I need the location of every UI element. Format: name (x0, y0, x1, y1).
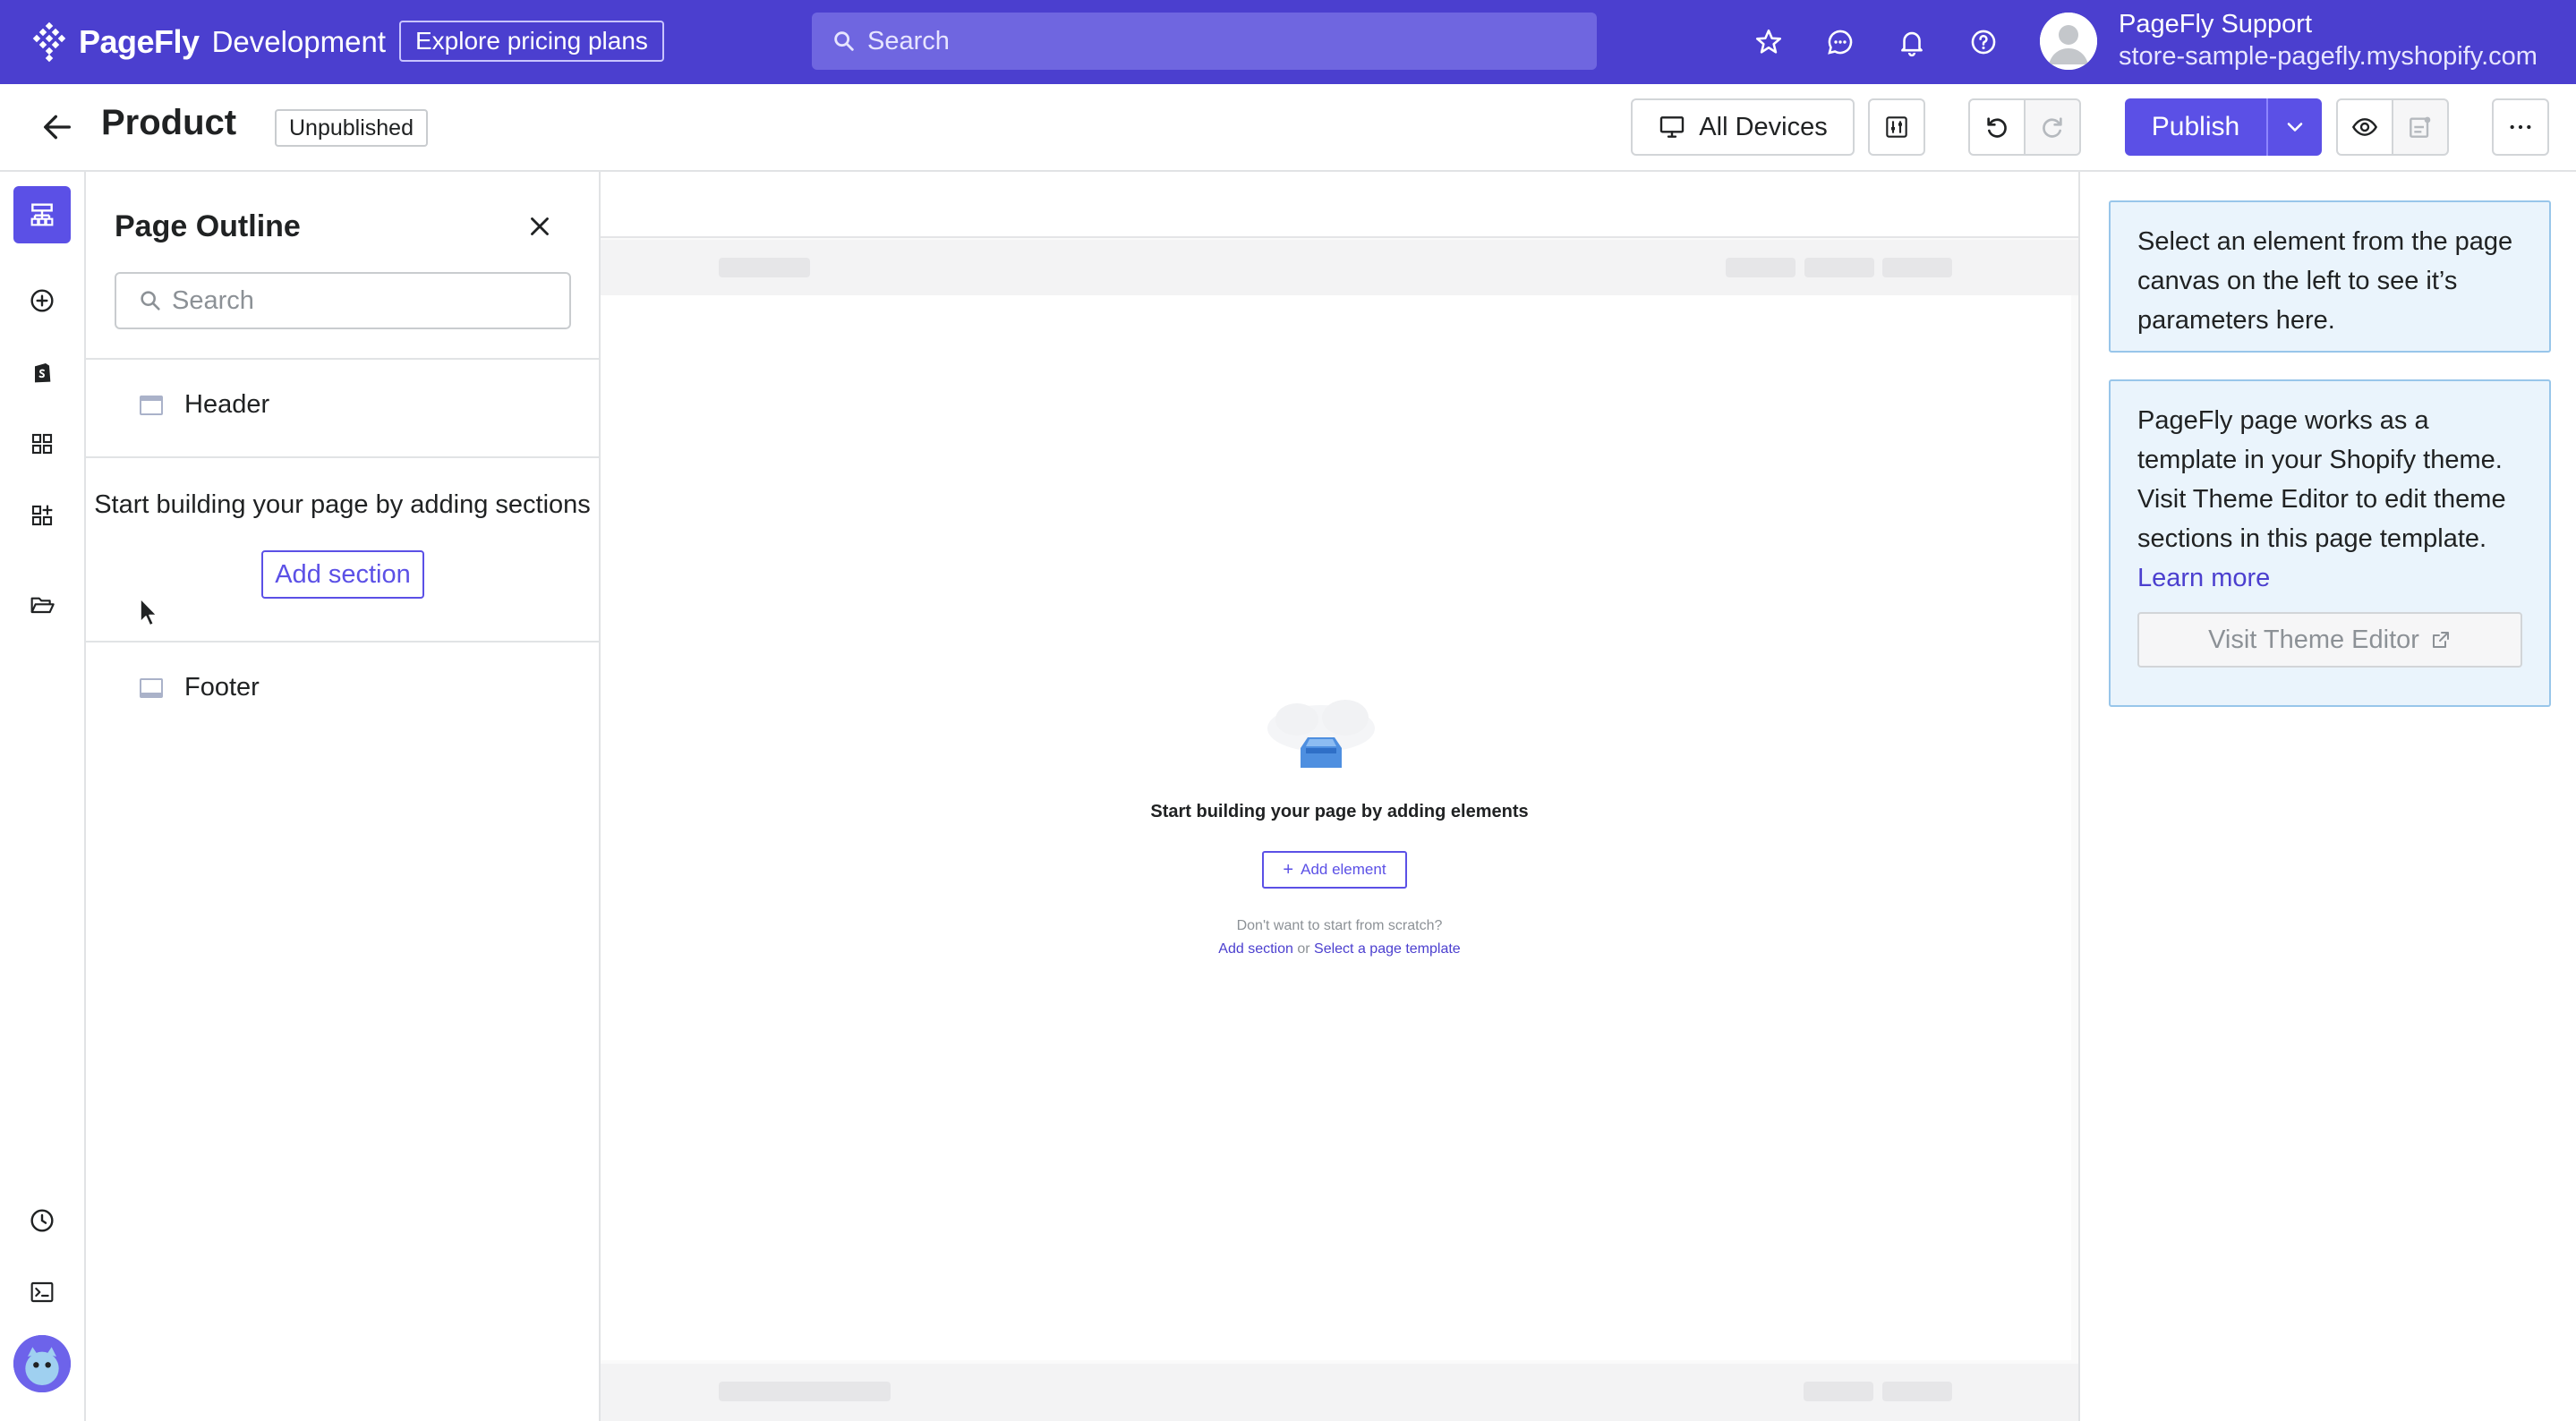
external-link-icon (2432, 632, 2449, 648)
preview-button[interactable] (2336, 98, 2393, 156)
global-search-input[interactable]: Search (812, 13, 1597, 70)
header-placeholder (601, 240, 2078, 295)
pagefly-logo-icon (32, 21, 66, 63)
page-outline-icon[interactable] (13, 186, 71, 243)
divider (86, 358, 599, 360)
skeleton-bar (1882, 1382, 1952, 1401)
undo-icon (1987, 117, 2007, 138)
outline-item-label: Footer (184, 673, 260, 702)
learn-more-link[interactable]: Learn more (2137, 564, 2270, 592)
select-element-hint-text: Select an element from the page canvas o… (2137, 227, 2513, 335)
outline-title: Page Outline (115, 209, 301, 243)
left-tool-rail (0, 172, 86, 1421)
grid-icon[interactable] (13, 415, 71, 472)
footer-section-icon (140, 677, 163, 698)
desktop-icon (1660, 116, 1685, 138)
canvas-scratch-text: Don't want to start from scratch? (1236, 918, 1443, 933)
top-bar: PageFly Development Explore pricing plan… (0, 0, 2576, 84)
theme-info-text: PageFly page works as a template in your… (2137, 406, 2506, 553)
shopify-icon[interactable] (13, 344, 71, 401)
page-settings-icon (2410, 116, 2431, 138)
mouse-cursor-icon (140, 598, 158, 626)
outline-empty-text: Start building your page by adding secti… (94, 490, 591, 519)
redo-button[interactable] (2024, 98, 2081, 156)
search-icon (141, 291, 160, 311)
visit-theme-editor-button[interactable]: Visit Theme Editor (2137, 612, 2522, 668)
outline-search-placeholder: Search (172, 285, 254, 315)
close-icon[interactable] (525, 211, 555, 242)
bell-icon[interactable] (1893, 23, 1931, 61)
publish-group: Publish (2125, 98, 2322, 156)
publish-options-button[interactable] (2266, 98, 2322, 156)
visit-theme-editor-label: Visit Theme Editor (2208, 625, 2419, 654)
undo-button[interactable] (1968, 98, 2026, 156)
search-icon (834, 31, 854, 51)
outline-search-input[interactable]: Search (115, 272, 571, 329)
mascot-avatar-icon[interactable] (13, 1335, 71, 1392)
page-canvas[interactable]: Start building your page by adding eleme… (601, 172, 2078, 1421)
page-header: Product Unpublished All Devices Publish (0, 84, 2576, 172)
device-selector-label: All Devices (1699, 112, 1828, 141)
skeleton-bar (1726, 258, 1796, 277)
skeleton-bar (1882, 258, 1952, 277)
chevron-down-icon (2287, 123, 2303, 132)
canvas-top-bar (601, 172, 2078, 238)
add-icon[interactable] (13, 272, 71, 329)
redo-icon (2043, 117, 2062, 138)
global-search-placeholder: Search (867, 26, 950, 55)
star-icon[interactable] (1750, 23, 1787, 61)
canvas-add-section-link[interactable]: Add section (1218, 941, 1293, 957)
help-icon[interactable] (1965, 23, 2002, 61)
select-element-hint: Select an element from the page canvas o… (2109, 200, 2551, 353)
publish-button[interactable]: Publish (2125, 98, 2266, 156)
add-element-button[interactable]: + Add element (1262, 851, 1407, 889)
footer-placeholder (601, 1364, 2078, 1421)
empty-box-icon (1267, 700, 1375, 768)
folder-icon[interactable] (13, 576, 71, 634)
outline-item-label: Header (184, 390, 270, 419)
skeleton-bar (1804, 258, 1874, 277)
header-section-icon (140, 395, 163, 415)
terminal-icon[interactable] (13, 1264, 71, 1321)
chat-icon[interactable] (1821, 23, 1859, 61)
divider (86, 641, 599, 642)
page-title: Product (101, 103, 237, 142)
select-template-link[interactable]: Select a page template (1314, 941, 1461, 957)
environment-label: Development (211, 25, 387, 58)
plus-icon: + (1283, 859, 1294, 880)
outline-item-footer[interactable]: Footer (140, 673, 260, 702)
page-settings-button[interactable] (2392, 98, 2449, 156)
skeleton-bar (1804, 1382, 1873, 1401)
or-text: or (1297, 941, 1310, 957)
status-badge: Unpublished (275, 109, 428, 147)
add-section-button[interactable]: Add section (261, 550, 424, 599)
more-options-button[interactable] (2492, 98, 2549, 156)
store-domain[interactable]: store-sample-pagefly.myshopify.com (2119, 42, 2538, 72)
skeleton-bar (719, 258, 810, 277)
inspector-panel: Select an element from the page canvas o… (2078, 172, 2576, 1421)
canvas-page-body (601, 295, 2071, 1360)
add-element-label: Add element (1301, 861, 1386, 878)
divider (86, 456, 599, 458)
more-horizontal-icon (2510, 124, 2531, 130)
skeleton-bar (719, 1382, 891, 1401)
user-name[interactable]: PageFly Support (2119, 10, 2312, 39)
back-arrow-icon[interactable] (39, 109, 75, 145)
history-icon[interactable] (13, 1192, 71, 1249)
device-selector-button[interactable]: All Devices (1631, 98, 1855, 156)
brand-name: PageFly (79, 23, 200, 60)
eye-icon (2351, 118, 2378, 136)
brand[interactable]: PageFly Development (27, 20, 386, 64)
page-outline-panel: Page Outline Search Header Start buildin… (86, 172, 601, 1421)
theme-info-box: PageFly page works as a template in your… (2109, 379, 2551, 707)
settings-sliders-button[interactable] (1868, 98, 1925, 156)
canvas-empty-title: Start building your page by adding eleme… (1150, 802, 1529, 821)
sliders-icon (1886, 116, 1907, 138)
user-avatar[interactable] (2040, 13, 2097, 70)
outline-item-header[interactable]: Header (140, 390, 269, 420)
canvas-alt-links: Add section or Select a page template (601, 941, 2078, 957)
explore-pricing-button[interactable]: Explore pricing plans (399, 21, 664, 62)
apps-icon[interactable] (13, 487, 71, 544)
